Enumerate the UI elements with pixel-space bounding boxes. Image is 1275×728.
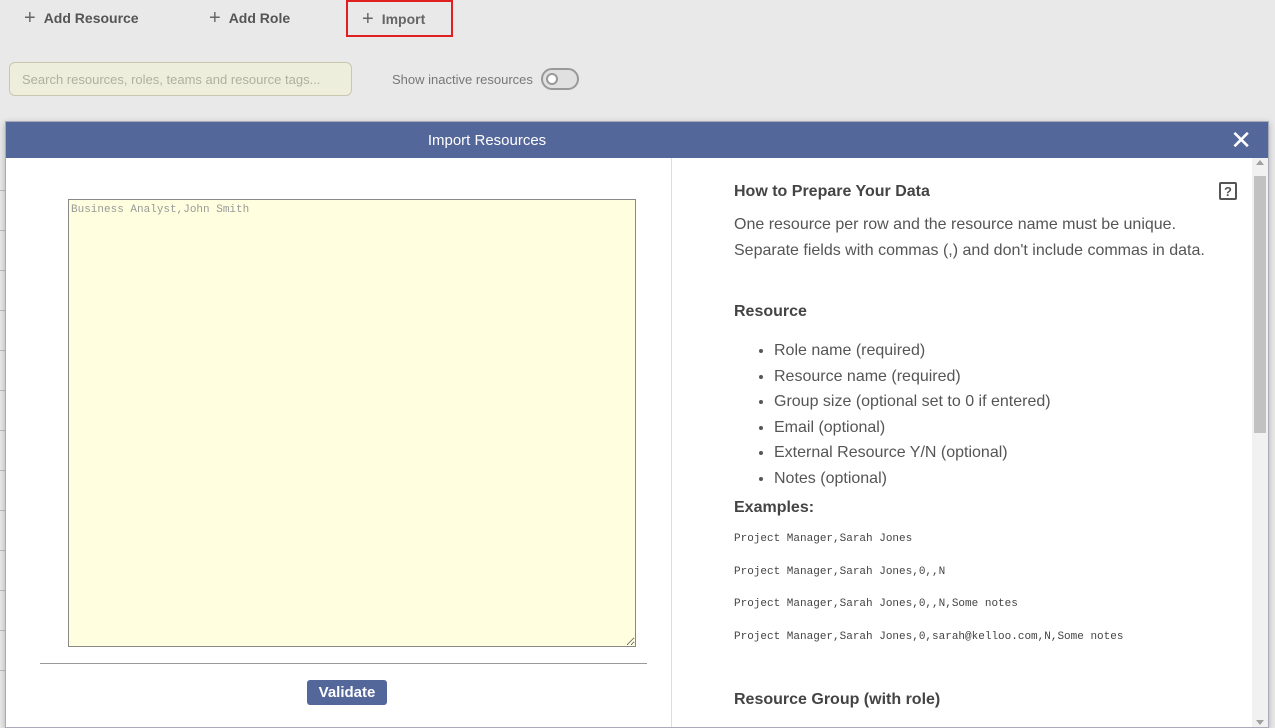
import-label: Import xyxy=(381,10,426,27)
list-item: Group size (optional set to 0 if entered… xyxy=(774,389,1051,415)
list-item: Email (optional) xyxy=(774,415,1051,441)
show-inactive-label: Show inactive resources xyxy=(392,72,533,87)
help-pane: How to Prepare Your Data One resource pe… xyxy=(673,158,1268,727)
import-textarea[interactable] xyxy=(68,199,636,647)
add-role-label: Add Role xyxy=(228,10,291,26)
help-icon[interactable]: ? xyxy=(1219,182,1237,200)
validate-button[interactable]: Validate xyxy=(307,680,387,705)
plus-icon: + xyxy=(24,7,36,29)
help-heading: How to Prepare Your Data xyxy=(734,183,930,200)
divider xyxy=(40,663,647,664)
modal-header: Import Resources ✕ xyxy=(6,122,1268,158)
search-input[interactable] xyxy=(9,62,352,96)
resource-heading: Resource xyxy=(734,303,807,320)
scroll-up-arrow-icon[interactable] xyxy=(1256,160,1264,165)
scrollbar-thumb[interactable] xyxy=(1254,176,1266,433)
import-button[interactable]: + Import xyxy=(346,0,453,37)
help-line-1: One resource per row and the resource na… xyxy=(734,216,1177,233)
show-inactive-toggle[interactable] xyxy=(541,68,579,90)
example-line: Project Manager,Sarah Jones,0,sarah@kell… xyxy=(734,631,1124,643)
resource-group-heading: Resource Group (with role) xyxy=(734,691,941,708)
close-icon[interactable]: ✕ xyxy=(1230,127,1252,153)
toolbar: + Add Resource + Add Role + Import xyxy=(0,0,1275,37)
plus-icon: + xyxy=(362,7,374,30)
list-item: External Resource Y/N (optional) xyxy=(774,440,1051,466)
list-item: Notes (optional) xyxy=(774,466,1051,492)
plus-icon: + xyxy=(209,7,221,29)
help-scrollbar[interactable] xyxy=(1252,158,1268,727)
import-input-pane: Validate xyxy=(6,158,672,727)
example-line: Project Manager,Sarah Jones,0,,N,Some no… xyxy=(734,598,1018,610)
add-role-button[interactable]: + Add Role xyxy=(209,0,290,36)
help-line-2: Separate fields with commas (,) and don'… xyxy=(734,242,1205,259)
list-item: Resource name (required) xyxy=(774,364,1051,390)
examples-heading: Examples: xyxy=(734,499,815,516)
scroll-down-arrow-icon[interactable] xyxy=(1256,720,1264,725)
add-resource-button[interactable]: + Add Resource xyxy=(24,0,139,36)
import-resources-modal: Import Resources ✕ Validate How to Prepa… xyxy=(5,121,1269,728)
example-line: Project Manager,Sarah Jones xyxy=(734,533,913,545)
list-item: Role name (required) xyxy=(774,338,1051,364)
add-resource-label: Add Resource xyxy=(43,10,139,26)
example-line: Project Manager,Sarah Jones,0,,N xyxy=(734,566,946,578)
modal-title: Import Resources xyxy=(427,131,547,149)
help-paragraph: One resource per row and the resource na… xyxy=(734,212,1205,264)
toggle-knob xyxy=(546,73,558,85)
resource-fields-list: Role name (required) Resource name (requ… xyxy=(756,338,1051,492)
